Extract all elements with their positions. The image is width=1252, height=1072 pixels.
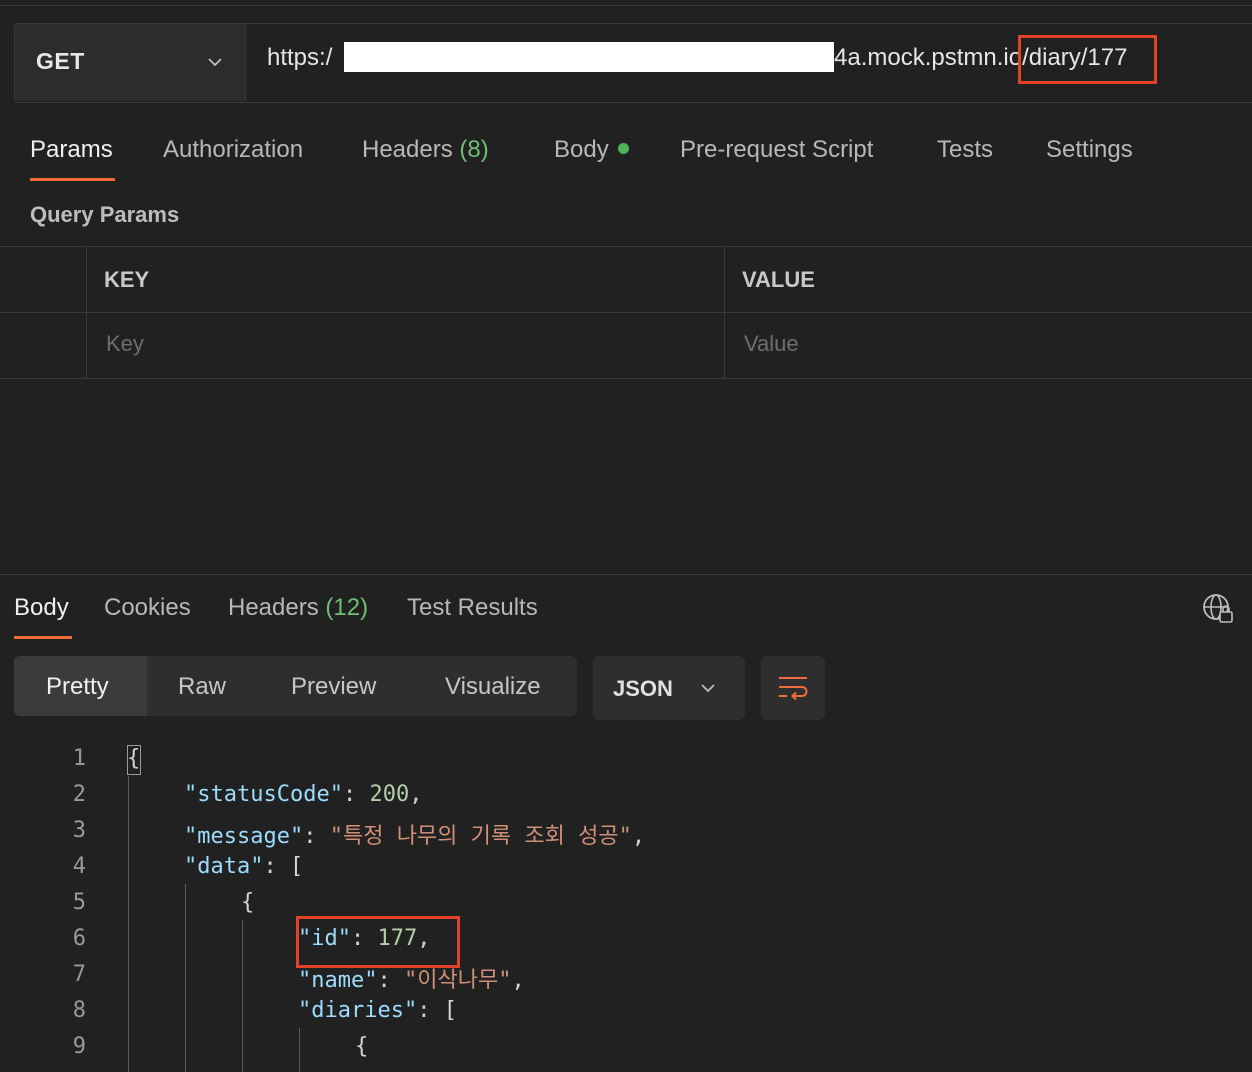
url-highlight-box: [1018, 35, 1157, 84]
method-select[interactable]: GET: [15, 24, 246, 101]
json-punct: : [: [263, 854, 304, 879]
tab-headers[interactable]: Headers (8): [362, 136, 489, 164]
query-params-title: Query Params: [30, 202, 180, 227]
body-indicator-dot: [617, 143, 629, 154]
indent-guide: [185, 884, 186, 1072]
json-colon: :: [303, 824, 330, 849]
tab-headers-label: Headers: [362, 136, 453, 163]
value-column-header: VALUE: [742, 267, 815, 292]
line-number: 8: [72, 998, 86, 1023]
response-tab-headers-count: (12): [325, 594, 369, 621]
value-input[interactable]: Value: [744, 331, 799, 357]
json-key: "name": [298, 968, 378, 993]
url-redaction: [344, 42, 834, 72]
id-highlight-box: [296, 916, 460, 968]
line-number: 6: [72, 926, 86, 951]
tab-authorization[interactable]: Authorization: [163, 136, 303, 164]
response-tab-body[interactable]: Body: [14, 594, 69, 622]
view-visualize-button[interactable]: Visualize: [445, 673, 541, 701]
key-input[interactable]: Key: [106, 331, 144, 357]
code-line-1: {: [127, 746, 141, 771]
tab-pre-request-script[interactable]: Pre-request Script: [680, 136, 873, 164]
indent-guide: [299, 1028, 300, 1072]
key-column-header: KEY: [104, 267, 150, 292]
json-comma: ,: [631, 824, 646, 849]
view-preview-button[interactable]: Preview: [291, 673, 376, 701]
json-colon: :: [377, 968, 404, 993]
wrap-lines-button[interactable]: [761, 656, 825, 720]
tab-tests[interactable]: Tests: [937, 136, 993, 164]
tab-params[interactable]: Params: [30, 136, 113, 164]
chevron-down-icon: [208, 58, 222, 67]
table-border-mid: [0, 312, 1252, 313]
json-key: "message": [184, 824, 304, 849]
json-string: "특정 나무의 기록 조회 성공": [329, 824, 632, 849]
line-number: 9: [72, 1034, 86, 1059]
tab-headers-count: (8): [459, 136, 489, 163]
table-border-bottom: [0, 378, 1252, 379]
line-number: 3: [72, 818, 86, 843]
indent-guide: [242, 920, 243, 1072]
tab-settings[interactable]: Settings: [1046, 136, 1133, 164]
tab-body[interactable]: Body: [554, 136, 629, 164]
format-select[interactable]: JSON: [593, 656, 745, 720]
url-input-prefix[interactable]: https:/: [267, 44, 332, 72]
line-number: 5: [72, 890, 86, 915]
table-border-top: [0, 246, 1252, 247]
pane-divider[interactable]: [0, 574, 1252, 575]
indent-guide: [128, 776, 129, 1072]
response-tab-body-underline: [14, 636, 72, 639]
code-line-9: {: [355, 1034, 369, 1059]
code-line-4: "data": [: [184, 854, 303, 879]
table-col-divider: [86, 246, 87, 379]
code-line-8: "diaries": [: [298, 998, 457, 1023]
line-number: 7: [72, 962, 86, 987]
response-tab-cookies[interactable]: Cookies: [104, 594, 191, 622]
response-tab-headers-label: Headers: [228, 594, 319, 621]
tab-body-label: Body: [554, 136, 609, 163]
json-punct: : [: [417, 998, 457, 1023]
json-colon: :: [342, 782, 370, 807]
line-number: 1: [72, 746, 86, 771]
json-number: 200: [369, 782, 410, 807]
json-string: "이삭나무": [403, 968, 512, 993]
response-tab-headers[interactable]: Headers (12): [228, 594, 368, 622]
table-col-divider: [724, 246, 725, 379]
top-divider: [0, 5, 1252, 6]
chevron-down-icon: [701, 684, 715, 693]
tab-params-underline: [30, 178, 115, 181]
json-key: "statusCode": [184, 782, 343, 807]
json-key: "data": [184, 854, 264, 879]
code-line-3: "message": "특정 나무의 기록 조회 성공",: [184, 818, 645, 850]
response-tab-test-results[interactable]: Test Results: [407, 594, 538, 622]
json-comma: ,: [511, 968, 525, 993]
line-number: 2: [72, 782, 86, 807]
globe-lock-icon[interactable]: [1200, 591, 1236, 627]
wrap-lines-icon: [779, 677, 808, 701]
code-line-2: "statusCode": 200,: [184, 782, 422, 807]
json-comma: ,: [409, 782, 423, 807]
line-number: 4: [72, 854, 86, 879]
view-raw-button[interactable]: Raw: [178, 673, 226, 701]
format-label: JSON: [613, 676, 673, 701]
json-key: "diaries": [298, 998, 418, 1023]
code-line-5: {: [241, 890, 255, 915]
method-label: GET: [36, 48, 85, 74]
view-pretty-button[interactable]: Pretty: [46, 673, 109, 701]
